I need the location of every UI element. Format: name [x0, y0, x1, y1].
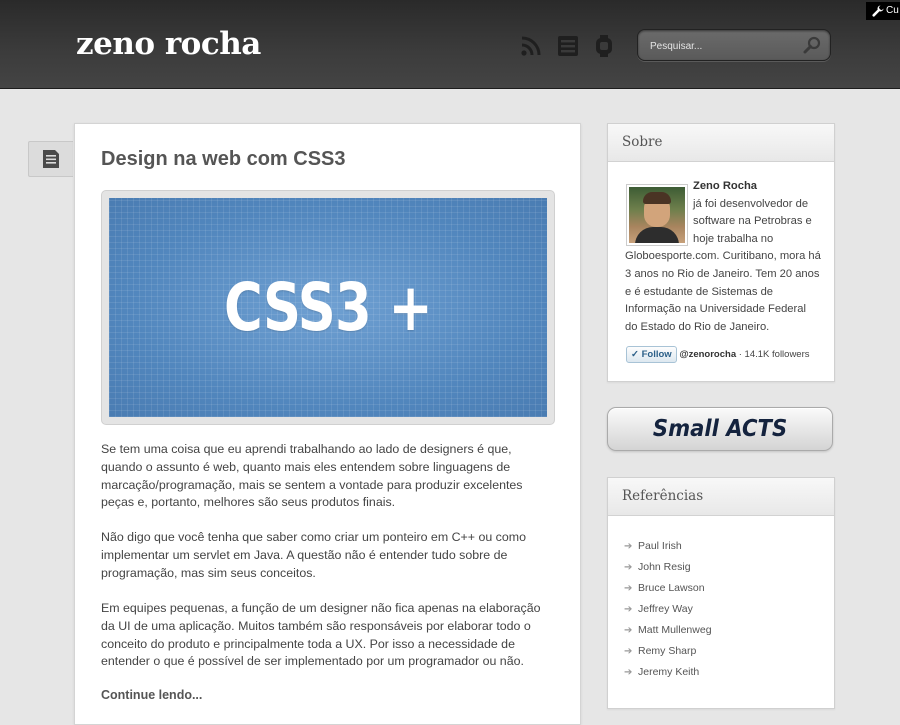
reference-link[interactable]: Matt Mullenweg — [638, 624, 712, 636]
list-item[interactable]: ➔ Jeffrey Way — [624, 601, 712, 622]
twitter-follow: ✓ Follow @zenorocha · 14.1K followers — [626, 346, 810, 363]
checkmark-icon: ✓ — [631, 349, 639, 360]
site-header: zeno rocha Cu — [0, 0, 900, 89]
wrench-icon — [872, 5, 884, 17]
list-icon[interactable] — [556, 34, 580, 58]
reference-link[interactable]: John Resig — [638, 561, 691, 573]
document-icon — [43, 150, 59, 168]
list-item[interactable]: ➔ Bruce Lawson — [624, 580, 712, 601]
post-format-tab — [28, 141, 73, 177]
search-icon[interactable] — [802, 35, 822, 55]
reference-link[interactable]: Jeremy Keith — [638, 666, 699, 678]
list-item[interactable]: ➔ Jeremy Keith — [624, 664, 712, 685]
banner-text: Small ACTS — [652, 416, 788, 442]
small-acts-banner[interactable]: Small ACTS — [607, 407, 833, 451]
arrow-right-icon: ➔ — [624, 646, 633, 657]
post-paragraph: Em equipes pequenas, a função de um desi… — [101, 601, 541, 669]
list-item[interactable]: ➔ Matt Mullenweg — [624, 622, 712, 643]
arrow-right-icon: ➔ — [624, 583, 633, 594]
follow-button[interactable]: ✓ Follow — [626, 346, 677, 363]
references-widget: Referências ➔ Paul Irish ➔ John Resig ➔ Bru… — [607, 477, 835, 709]
watch-icon[interactable] — [592, 34, 616, 58]
search-input[interactable] — [648, 36, 802, 56]
about-bio: Zeno Rocha já foi desenvolvedor de softw… — [625, 178, 821, 336]
rss-icon[interactable] — [519, 34, 543, 58]
about-widget: Sobre Zeno Rocha já foi desenvolvedor de… — [607, 123, 835, 382]
arrow-right-icon: ➔ — [624, 604, 633, 615]
arrow-right-icon: ➔ — [624, 625, 633, 636]
reference-link[interactable]: Bruce Lawson — [638, 582, 705, 594]
post-featured-image[interactable]: CSS3 + DESIGN — [109, 198, 547, 417]
arrow-right-icon: ➔ — [624, 541, 633, 552]
list-item[interactable]: ➔ John Resig — [624, 559, 712, 580]
arrow-right-icon: ➔ — [624, 667, 633, 678]
references-list: ➔ Paul Irish ➔ John Resig ➔ Bruce Lawson ➔ J… — [624, 538, 712, 685]
post-paragraph: Não digo que você tenha que saber como c… — [101, 530, 526, 580]
author-name: Zeno Rocha — [693, 180, 758, 192]
reference-link[interactable]: Paul Irish — [638, 540, 682, 552]
twitter-handle[interactable]: @zenorocha — [679, 349, 736, 360]
post-image-frame: CSS3 + DESIGN — [101, 190, 555, 425]
reference-link[interactable]: Jeffrey Way — [638, 603, 693, 615]
widget-title: Sobre — [608, 124, 834, 162]
list-item[interactable]: ➔ Paul Irish — [624, 538, 712, 559]
post-paragraph: Se tem uma coisa que eu aprendi trabalha… — [101, 442, 523, 510]
widget-title: Referências — [608, 478, 834, 516]
reference-link[interactable]: Remy Sharp — [638, 645, 696, 657]
post-title[interactable]: Design na web com CSS3 — [101, 148, 346, 171]
search-box — [637, 29, 831, 61]
customize-button[interactable]: Cu — [866, 2, 900, 20]
follower-count: · 14.1K followers — [738, 349, 810, 361]
site-logo[interactable]: zeno rocha — [76, 26, 261, 62]
list-item[interactable]: ➔ Remy Sharp — [624, 643, 712, 664]
follow-label: Follow — [641, 349, 672, 360]
post-image-text: CSS3 + DESIGN — [224, 269, 433, 346]
arrow-right-icon: ➔ — [624, 562, 633, 573]
blog-post: Design na web com CSS3 CSS3 + DESIGN Se … — [74, 123, 581, 725]
customize-label: Cu — [886, 5, 899, 16]
